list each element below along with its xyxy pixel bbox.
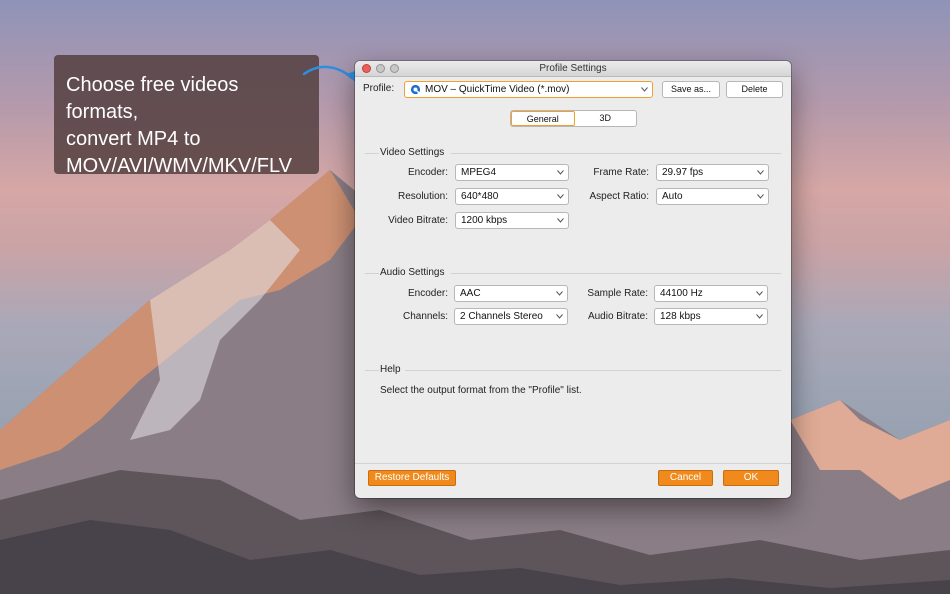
divider	[365, 370, 379, 371]
video-bitrate-label: Video Bitrate:	[388, 215, 448, 226]
promo-callout: Choose free videos formats, convert MP4 …	[54, 55, 319, 177]
audio-encoder-select[interactable]: AAC	[454, 285, 568, 302]
divider	[365, 273, 379, 274]
divider	[405, 370, 781, 371]
delete-button[interactable]: Delete	[726, 81, 783, 98]
aspect-ratio-value: Auto	[662, 191, 683, 202]
sample-rate-value: 44100 Hz	[660, 288, 703, 299]
resolution-value: 640*480	[461, 191, 499, 202]
channels-select[interactable]: 2 Channels Stereo	[454, 308, 568, 325]
channels-label: Channels:	[402, 311, 448, 322]
minimize-button[interactable]	[376, 64, 385, 73]
frame-rate-value: 29.97 fps	[662, 167, 704, 178]
video-encoder-label: Encoder:	[407, 167, 448, 178]
audio-encoder-label: Encoder:	[407, 288, 448, 299]
chevron-down-icon	[756, 314, 763, 319]
callout-line-2: convert MP4 to	[66, 128, 201, 150]
frame-rate-select[interactable]: 29.97 fps	[656, 164, 769, 181]
divider	[451, 273, 781, 274]
callout-line-1: Choose free videos formats,	[66, 74, 239, 123]
profile-settings-dialog: Profile Settings Profile: MOV – QuickTim…	[355, 61, 791, 498]
profile-select[interactable]: MOV – QuickTime Video (*.mov)	[404, 81, 653, 98]
audio-bitrate-value: 128 kbps	[660, 311, 701, 322]
chevron-down-icon	[557, 218, 564, 223]
save-as-button[interactable]: Save as...	[662, 81, 720, 98]
restore-defaults-button[interactable]: Restore Defaults	[368, 470, 456, 486]
ok-button[interactable]: OK	[723, 470, 779, 486]
resolution-select[interactable]: 640*480	[455, 188, 569, 205]
chevron-down-icon	[557, 194, 564, 199]
chevron-down-icon	[757, 194, 764, 199]
audio-settings-title: Audio Settings	[380, 267, 445, 278]
chevron-down-icon	[757, 170, 764, 175]
sample-rate-label: Sample Rate:	[587, 288, 648, 299]
cancel-button[interactable]: Cancel	[658, 470, 713, 486]
profile-value: MOV – QuickTime Video (*.mov)	[425, 84, 570, 95]
video-encoder-select[interactable]: MPEG4	[455, 164, 569, 181]
video-settings-title: Video Settings	[380, 147, 445, 158]
zoom-button[interactable]	[390, 64, 399, 73]
help-title: Help	[380, 364, 401, 375]
footer-divider	[355, 463, 791, 464]
profile-label: Profile:	[363, 83, 395, 94]
title-bar[interactable]: Profile Settings	[355, 61, 791, 77]
tab-general[interactable]: General	[511, 111, 575, 126]
divider	[451, 153, 781, 154]
audio-encoder-value: AAC	[460, 288, 481, 299]
tab-bar: General 3D	[510, 110, 637, 127]
audio-bitrate-label: Audio Bitrate:	[587, 311, 648, 322]
close-button[interactable]	[362, 64, 371, 73]
callout-line-3: MOV/AVI/WMV/MKV/FLV	[66, 155, 292, 177]
quicktime-icon	[410, 84, 421, 95]
video-encoder-value: MPEG4	[461, 167, 497, 178]
window-title: Profile Settings	[539, 63, 607, 74]
video-bitrate-value: 1200 kbps	[461, 215, 508, 226]
divider	[365, 153, 379, 154]
audio-bitrate-select[interactable]: 128 kbps	[654, 308, 768, 325]
chevron-down-icon	[556, 314, 563, 319]
chevron-down-icon	[641, 87, 648, 92]
aspect-ratio-select[interactable]: Auto	[656, 188, 769, 205]
resolution-label: Resolution:	[397, 191, 448, 202]
video-bitrate-select[interactable]: 1200 kbps	[455, 212, 569, 229]
sample-rate-select[interactable]: 44100 Hz	[654, 285, 768, 302]
help-text: Select the output format from the "Profi…	[380, 385, 582, 396]
aspect-ratio-label: Aspect Ratio:	[589, 191, 649, 202]
chevron-down-icon	[756, 291, 763, 296]
tab-3d[interactable]: 3D	[575, 111, 637, 126]
frame-rate-label: Frame Rate:	[593, 167, 649, 178]
chevron-down-icon	[556, 291, 563, 296]
channels-value: 2 Channels Stereo	[460, 311, 543, 322]
chevron-down-icon	[557, 170, 564, 175]
